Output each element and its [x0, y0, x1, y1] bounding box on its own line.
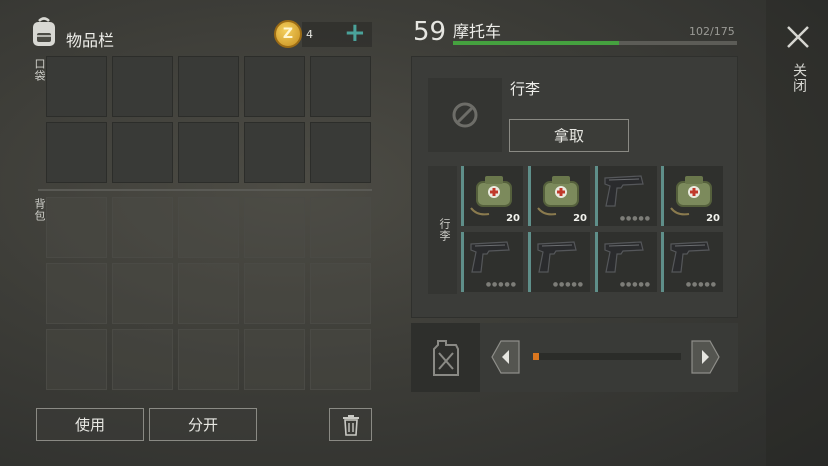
- fuel-decrease-button[interactable]: [491, 340, 521, 374]
- pocket-label: 口袋: [33, 58, 46, 82]
- item-quantity: 20: [706, 213, 720, 224]
- trunk-item-slot[interactable]: ●●●●●: [461, 232, 523, 292]
- item-rarity-stripe: [595, 232, 598, 292]
- item-rarity-stripe: [661, 232, 664, 292]
- capacity-bar-fill: [453, 41, 619, 45]
- item-rarity-stripe: [528, 232, 531, 292]
- fuel-slider-track[interactable]: [533, 353, 681, 360]
- durability-dots: ●●●●●: [552, 281, 584, 288]
- blocked-icon: [452, 102, 478, 128]
- trash-icon: [342, 414, 359, 436]
- take-button[interactable]: 拿取: [509, 119, 629, 152]
- trunk-item-slot[interactable]: ●●●●●: [595, 232, 657, 292]
- trunk-item-slot[interactable]: ●●●●●: [661, 232, 723, 292]
- backpack-slot[interactable]: [46, 329, 107, 390]
- backpack-slot[interactable]: [178, 329, 239, 390]
- use-button[interactable]: 使用: [36, 408, 144, 441]
- item-quantity: 20: [506, 213, 520, 224]
- close-label[interactable]: 关闭: [789, 63, 809, 93]
- backpack-slot[interactable]: [244, 329, 305, 390]
- durability-dots: ●●●●●: [619, 215, 651, 222]
- item-rarity-stripe: [528, 166, 531, 226]
- pistol-icon: [601, 236, 647, 280]
- trunk-item-slot[interactable]: 20: [661, 166, 723, 226]
- pocket-slot[interactable]: [46, 122, 107, 183]
- backpack-slot[interactable]: [310, 197, 371, 258]
- backpack-slot[interactable]: [178, 263, 239, 324]
- pocket-slot[interactable]: [310, 122, 371, 183]
- fuel-slider-fill: [533, 353, 539, 360]
- pocket-slot[interactable]: [244, 56, 305, 117]
- pistol-icon: [534, 236, 580, 280]
- backpack-label: 背包: [33, 198, 46, 222]
- backpack-slot[interactable]: [310, 263, 371, 324]
- trunk-item-slot[interactable]: 20: [461, 166, 523, 226]
- item-quantity: 20: [573, 213, 587, 224]
- trunk-item-slot[interactable]: 20: [528, 166, 590, 226]
- fuel-increase-button[interactable]: [690, 340, 720, 374]
- backpack-slot[interactable]: [244, 197, 305, 258]
- pocket-slot[interactable]: [244, 122, 305, 183]
- backpack-icon: [30, 16, 58, 48]
- durability-dots: ●●●●●: [485, 281, 517, 288]
- fuel-canister-icon: [432, 339, 459, 376]
- backpack-slot[interactable]: [46, 197, 107, 258]
- vehicle-capacity-text: 102/175: [689, 25, 735, 38]
- backpack-slot[interactable]: [46, 263, 107, 324]
- backpack-slot[interactable]: [244, 263, 305, 324]
- trunk-item-slot[interactable]: ●●●●●: [595, 166, 657, 226]
- currency-amount: 4: [306, 28, 313, 41]
- pocket-slot[interactable]: [112, 56, 173, 117]
- close-button[interactable]: [784, 23, 812, 51]
- pistol-icon: [601, 170, 647, 214]
- trash-button[interactable]: [329, 408, 372, 441]
- backpack-slot[interactable]: [112, 263, 173, 324]
- pocket-slot[interactable]: [310, 56, 371, 117]
- vehicle-level: 59: [413, 17, 447, 47]
- trunk-item-slot[interactable]: ●●●●●: [528, 232, 590, 292]
- backpack-slot[interactable]: [112, 197, 173, 258]
- inventory-title: 物品栏: [66, 31, 115, 50]
- pistol-icon: [667, 236, 713, 280]
- trunk-side-label: 行李: [438, 218, 451, 242]
- pocket-slot[interactable]: [178, 122, 239, 183]
- section-divider: [38, 189, 372, 191]
- coin-symbol: Z: [282, 26, 294, 42]
- item-rarity-stripe: [461, 166, 464, 226]
- add-currency-button[interactable]: +: [344, 19, 366, 47]
- pocket-slot[interactable]: [178, 56, 239, 117]
- backpack-slot[interactable]: [112, 329, 173, 390]
- durability-dots: ●●●●●: [619, 281, 651, 288]
- pocket-slot[interactable]: [112, 122, 173, 183]
- pistol-icon: [467, 236, 513, 280]
- item-rarity-stripe: [595, 166, 598, 226]
- backpack-slot[interactable]: [178, 197, 239, 258]
- durability-dots: ●●●●●: [685, 281, 717, 288]
- backpack-slot[interactable]: [310, 329, 371, 390]
- split-button[interactable]: 分开: [149, 408, 257, 441]
- fuel-slot: [411, 323, 480, 392]
- trunk-title: 行李: [510, 80, 541, 98]
- vehicle-name: 摩托车: [453, 22, 502, 41]
- pocket-slot[interactable]: [46, 56, 107, 117]
- coin-icon: Z: [274, 20, 302, 48]
- close-icon: [787, 26, 809, 48]
- item-rarity-stripe: [461, 232, 464, 292]
- capacity-bar-track: [453, 41, 737, 45]
- trunk-preview-slot: [428, 78, 502, 152]
- item-rarity-stripe: [661, 166, 664, 226]
